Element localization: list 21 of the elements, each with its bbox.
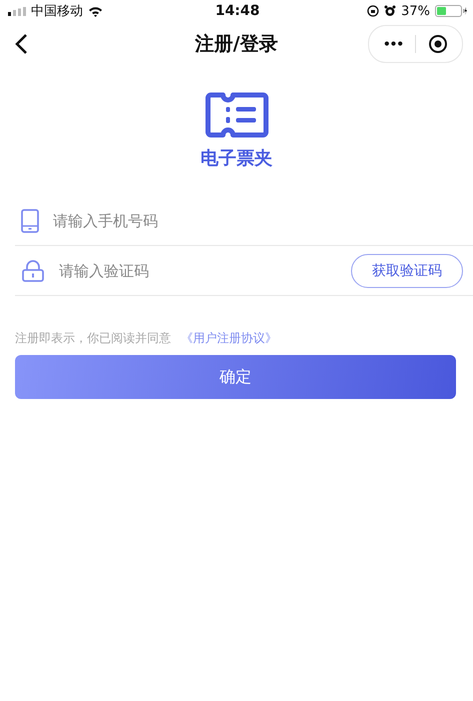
close-target-icon[interactable]	[428, 34, 448, 54]
get-code-button[interactable]: 获取验证码	[351, 254, 463, 288]
back-icon[interactable]	[14, 33, 28, 55]
page-title: 注册/登录	[194, 32, 279, 57]
more-button[interactable]: •••	[382, 37, 403, 51]
confirm-button[interactable]: 确定	[15, 355, 456, 399]
ticket-logo-icon	[204, 92, 268, 138]
alarm-icon	[384, 5, 396, 17]
brand-name: 电子票夹	[200, 147, 272, 170]
phone-icon	[21, 208, 39, 232]
battery-icon	[434, 5, 467, 17]
input-field[interactable]: 请输入手机号码	[51, 210, 463, 230]
wifi-icon	[88, 6, 103, 16]
agreement-link[interactable]: 《用户注册协议》	[180, 331, 277, 345]
battery-percent: 37%	[401, 4, 430, 18]
carrier-name: 中国移动	[31, 3, 83, 20]
lock-icon	[21, 260, 45, 282]
agreement-text: 注册即表示，你已阅读并同意 《用户注册协议》	[15, 330, 278, 347]
signal-icon	[8, 6, 26, 16]
clock-time: 14:48	[215, 3, 260, 19]
input-field[interactable]: 请输入验证码	[57, 260, 339, 280]
